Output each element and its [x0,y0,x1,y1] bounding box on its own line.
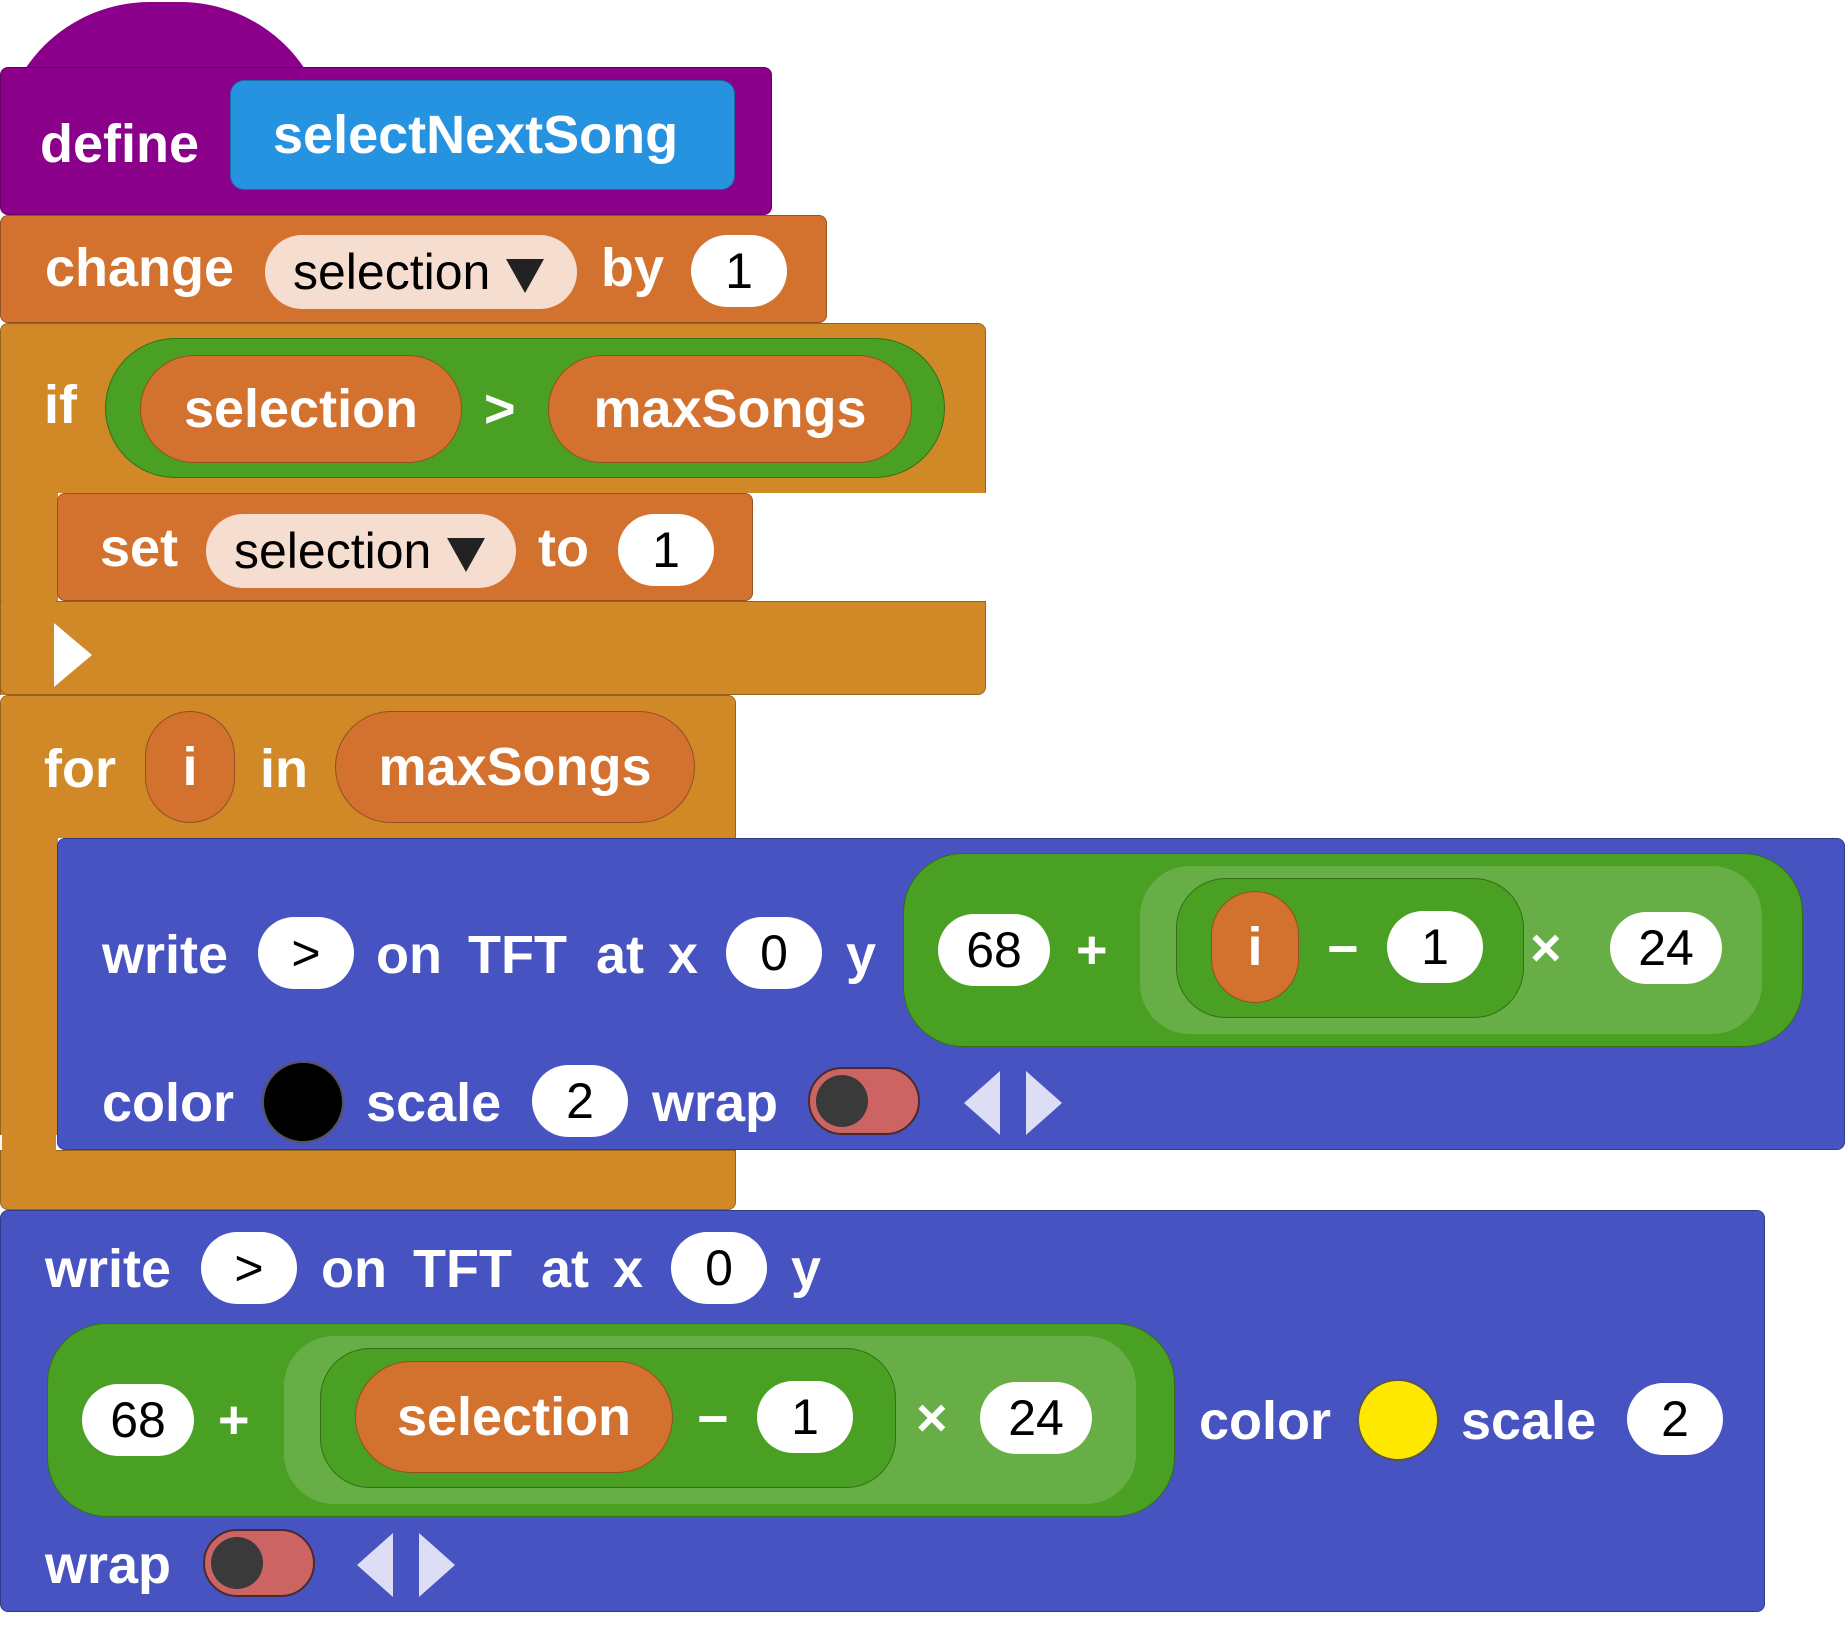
y-label: y [791,1239,822,1299]
collapse-left-arrow-icon[interactable] [357,1533,393,1597]
multiply-block[interactable]: i − 1 × 24 [1140,866,1762,1034]
set-block[interactable]: set selection to 1 [57,493,753,601]
color-label: color [102,1073,235,1133]
tft-label: TFT [413,1239,512,1299]
write-text-input[interactable]: > [201,1232,297,1304]
dropdown-arrow-icon [506,258,545,293]
x-value-input[interactable]: 0 [671,1232,767,1304]
wrap-toggle[interactable] [203,1529,315,1597]
multiplier-input[interactable]: 24 [1610,912,1722,984]
times-operator: × [916,1388,948,1448]
multiply-block[interactable]: selection − 1 × 24 [284,1336,1136,1504]
subtract-var[interactable]: selection [355,1361,673,1473]
subtract-block[interactable]: i − 1 [1176,878,1524,1018]
on-label: on [321,1239,387,1299]
tft-write-block-inner[interactable]: write > on TFT at x 0 y 68 + i − 1 × 24 … [57,838,1845,1150]
minus-operator: − [1327,919,1359,979]
greater-than-operator: > [484,379,516,439]
plus-operator: + [1076,920,1108,980]
set-variable-label: selection [234,523,432,579]
multiplier-input[interactable]: 24 [980,1382,1092,1454]
to-label: to [538,518,589,578]
wrap-label: wrap [45,1535,172,1595]
expand-right-arrow-icon[interactable] [1026,1071,1062,1135]
expr-base-input[interactable]: 68 [82,1384,194,1456]
wrap-toggle[interactable] [808,1067,920,1135]
comparison-right-operand[interactable]: maxSongs [548,355,912,463]
on-label: on [376,925,442,985]
set-value-input[interactable]: 1 [618,514,714,586]
times-operator: × [1530,918,1562,978]
comparison-operator-block[interactable]: selection > maxSongs [105,338,945,478]
tft-label: TFT [468,925,567,985]
variable-dropdown[interactable]: selection [265,235,577,309]
tft-write-block-outer[interactable]: write > on TFT at x 0 y 68 + selection −… [0,1210,1765,1612]
variable-dropdown-label: selection [293,244,491,300]
write-keyword: write [45,1239,172,1299]
color-swatch-yellow[interactable] [1357,1379,1439,1461]
set-variable-dropdown[interactable]: selection [206,514,516,588]
if-bottom-bar [0,601,986,695]
expr-base-input[interactable]: 68 [938,914,1050,986]
plus-operator: + [218,1390,250,1450]
x-label: x [613,1239,644,1299]
set-keyword: set [100,518,179,578]
procedure-name-slot[interactable]: selectNextSong [230,80,735,190]
change-block[interactable]: change selection by 1 [0,215,827,323]
procedure-name: selectNextSong [273,105,679,165]
if-left-rail-fill [2,483,56,609]
define-block[interactable]: define selectNextSong [0,0,772,215]
subtract-value-input[interactable]: 1 [1387,911,1483,983]
x-value-input[interactable]: 0 [726,917,822,989]
color-label: color [1199,1391,1332,1451]
define-keyword: define [40,114,200,174]
comparison-left-operand[interactable]: selection [140,355,462,463]
subtract-var[interactable]: i [1211,891,1299,1003]
change-keyword: change [45,238,235,298]
y-expression-add-block[interactable]: 68 + i − 1 × 24 [903,853,1803,1047]
y-expression-add-block[interactable]: 68 + selection − 1 × 24 [47,1323,1175,1517]
if-keyword: if [44,375,77,435]
scale-value-input[interactable]: 2 [532,1065,628,1137]
y-label: y [846,925,877,985]
expand-arrow-icon[interactable] [54,623,92,687]
scale-value-input[interactable]: 2 [1627,1383,1723,1455]
scale-label: scale [1461,1391,1597,1451]
scale-label: scale [366,1073,502,1133]
for-left-rail-fill [2,825,56,1160]
x-label: x [668,925,699,985]
write-text-input[interactable]: > [258,917,354,989]
for-loop-variable[interactable]: i [145,711,235,823]
at-label: at [596,925,645,985]
subtract-block[interactable]: selection − 1 [320,1348,896,1488]
for-iterable[interactable]: maxSongs [335,711,695,823]
in-label: in [260,739,308,799]
minus-operator: − [697,1389,729,1449]
for-bottom-bar [0,1150,736,1210]
wrap-label: wrap [652,1073,779,1133]
at-label: at [541,1239,590,1299]
toggle-knob [816,1075,868,1127]
expand-right-arrow-icon[interactable] [419,1533,455,1597]
subtract-value-input[interactable]: 1 [757,1381,853,1453]
collapse-left-arrow-icon[interactable] [964,1071,1000,1135]
write-keyword: write [102,925,229,985]
toggle-knob [211,1537,263,1589]
color-swatch-black[interactable] [262,1061,344,1143]
amount-input[interactable]: 1 [691,235,787,307]
if-block[interactable]: if selection > maxSongs set selection to… [0,323,986,695]
for-keyword: for [44,739,116,799]
by-label: by [601,238,665,298]
dropdown-arrow-icon [447,537,486,572]
